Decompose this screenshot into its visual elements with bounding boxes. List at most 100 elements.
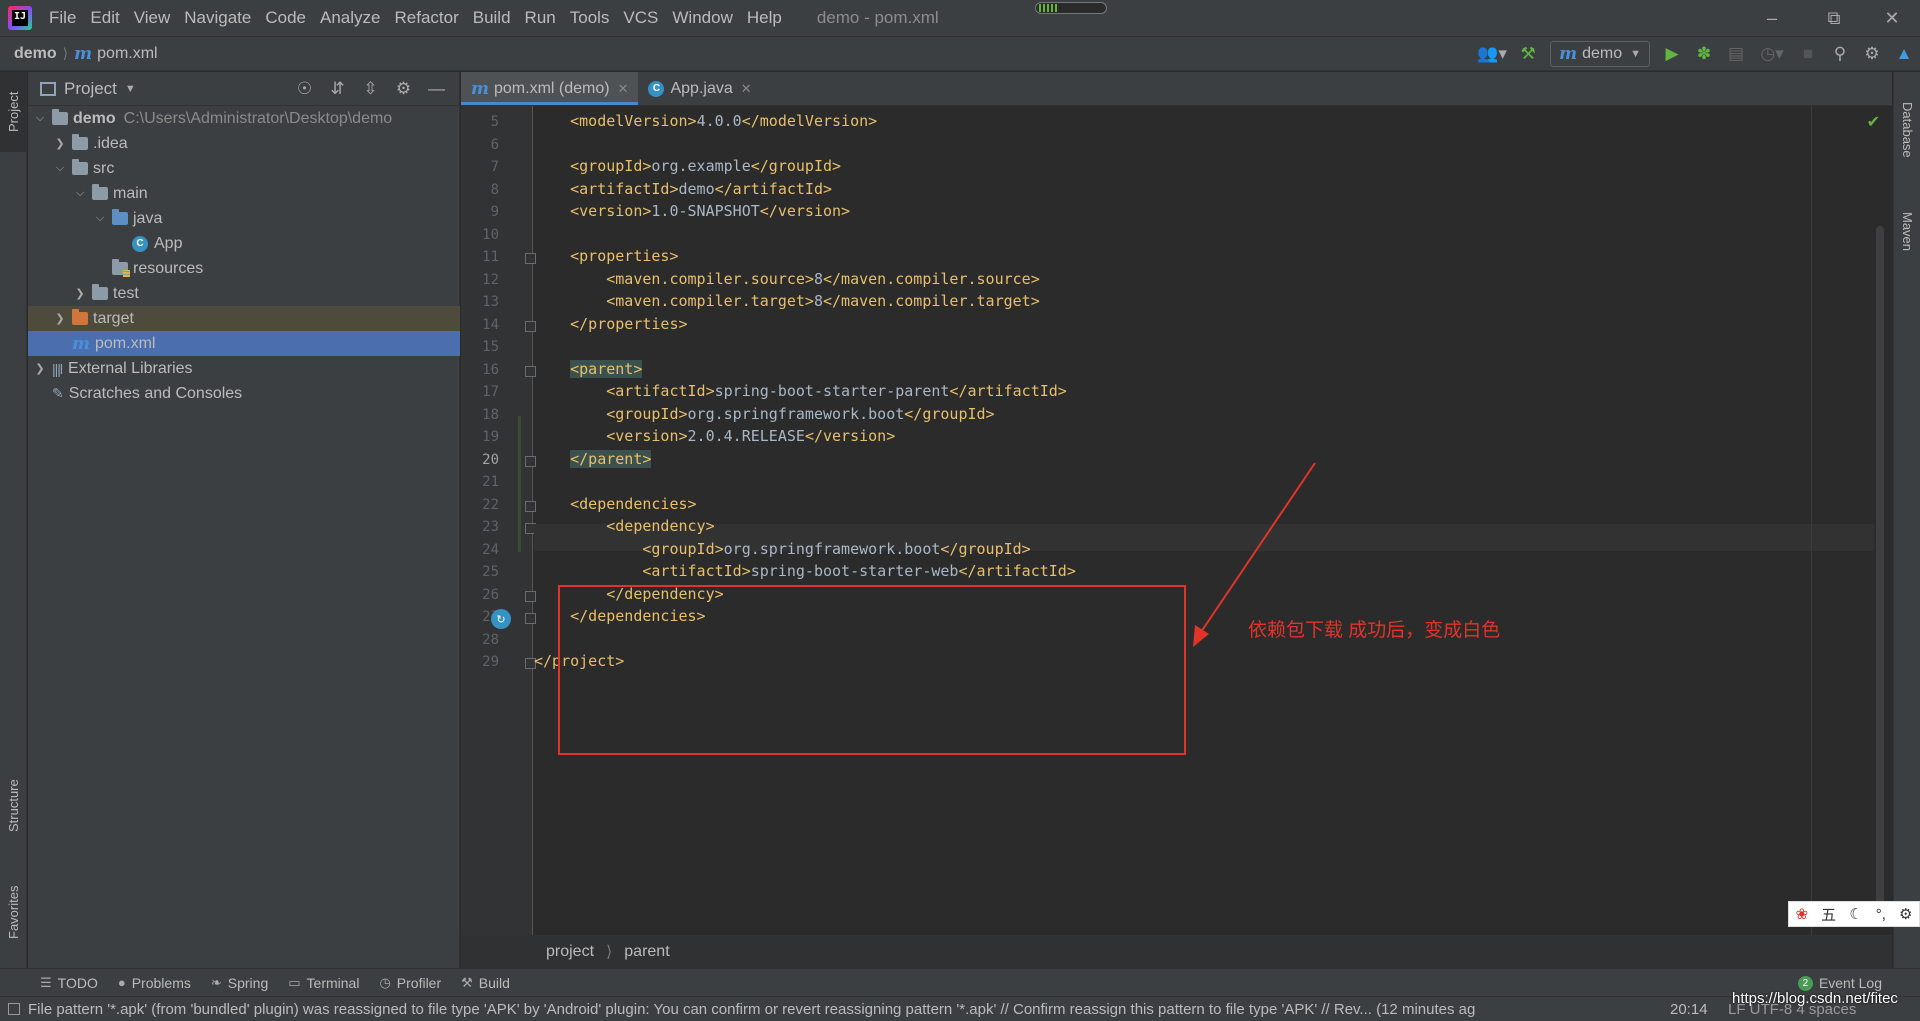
settings-gear-icon[interactable]: ⚙	[1899, 905, 1912, 923]
hide-panel-icon[interactable]: —	[420, 79, 453, 99]
breadcrumb-project[interactable]: demo	[14, 45, 57, 63]
problems-tool-button[interactable]: ● Problems	[118, 975, 191, 991]
menu-run[interactable]: Run	[518, 0, 563, 36]
spring-bean-icon[interactable]: ↻	[491, 609, 511, 629]
collapse-all-icon[interactable]: ⇳	[354, 79, 387, 99]
chevron-down-icon[interactable]: ⌵	[32, 112, 48, 125]
line-number[interactable]: 6	[461, 137, 499, 153]
breadcrumb-parent-tag[interactable]: parent	[624, 943, 669, 961]
run-icon[interactable]: ▶	[1656, 39, 1688, 69]
code-editor[interactable]: 5 6 7 8 9 10 11 12 13 14 15 16 17 18 19 20 21 22 23 24 25 26 2…	[461, 106, 1892, 935]
project-view-selector[interactable]: Project	[64, 79, 117, 99]
tree-node-main[interactable]: ⌵ main	[28, 181, 460, 206]
moon-icon[interactable]: ☾	[1849, 905, 1862, 923]
punctuation-icon[interactable]: °,	[1876, 906, 1886, 923]
project-tool-tab[interactable]: Project	[0, 72, 27, 152]
tree-node-pom[interactable]: m pom.xml	[28, 331, 460, 356]
profile-icon[interactable]: ◷▾	[1752, 39, 1792, 69]
tree-node-java[interactable]: ⌵ java	[28, 206, 460, 231]
line-number[interactable]: 28	[461, 632, 499, 648]
tree-node-idea[interactable]: ❯ .idea	[28, 131, 460, 156]
tree-node-app[interactable]: C App	[28, 231, 460, 256]
tree-node-external-libraries[interactable]: ❯ |||l External Libraries	[28, 356, 460, 381]
coverage-icon[interactable]: ▤	[1720, 39, 1752, 69]
line-number[interactable]: 20	[461, 452, 499, 468]
menu-file[interactable]: File	[42, 0, 83, 36]
add-user-icon[interactable]: 👥▾	[1472, 39, 1512, 69]
tab-pom-xml[interactable]: m pom.xml (demo) ✕	[461, 72, 639, 105]
maven-tool-tab[interactable]: Maven	[1894, 187, 1920, 277]
terminal-tool-button[interactable]: ▭ Terminal	[288, 975, 359, 991]
menu-edit[interactable]: Edit	[83, 0, 126, 36]
chevron-down-icon[interactable]: ⌵	[52, 162, 68, 175]
line-number[interactable]: 26	[461, 587, 499, 603]
line-number[interactable]: 7	[461, 159, 499, 175]
settings-gear-icon[interactable]: ⚙	[1856, 39, 1888, 69]
line-number[interactable]: 15	[461, 339, 499, 355]
line-number[interactable]: 8	[461, 182, 499, 198]
line-number[interactable]: 25	[461, 564, 499, 580]
breadcrumb-project-tag[interactable]: project	[546, 943, 594, 961]
tree-node-demo[interactable]: ⌵ demo C:\Users\Administrator\Desktop\de…	[28, 106, 460, 131]
chevron-right-icon[interactable]: ❯	[52, 137, 68, 150]
menu-window[interactable]: Window	[665, 0, 739, 36]
vertical-scrollbar[interactable]	[1876, 226, 1884, 906]
chevron-down-icon[interactable]: ⌵	[92, 212, 108, 225]
options-gear-icon[interactable]: ⚙	[387, 79, 420, 99]
run-config-selector[interactable]: m demo ▼	[1550, 41, 1650, 67]
tree-node-target[interactable]: ❯ target	[28, 306, 460, 331]
line-number[interactable]: 17	[461, 384, 499, 400]
tree-node-resources[interactable]: resources	[28, 256, 460, 281]
todo-tool-button[interactable]: ☰ TODO	[40, 975, 98, 991]
chevron-right-icon[interactable]: ❯	[52, 312, 68, 325]
line-number[interactable]: 19	[461, 429, 499, 445]
tool-windows-toggle-icon[interactable]	[8, 1002, 20, 1015]
close-tab-icon[interactable]: ✕	[618, 81, 629, 97]
chevron-right-icon[interactable]: ❯	[32, 362, 48, 375]
structure-tool-tab[interactable]: Structure	[0, 762, 27, 850]
minimize-button[interactable]: –	[1744, 0, 1800, 36]
line-number[interactable]: 9	[461, 204, 499, 220]
search-icon[interactable]: ⚲	[1824, 39, 1856, 69]
menu-view[interactable]: View	[127, 0, 178, 36]
tree-node-test[interactable]: ❯ test	[28, 281, 460, 306]
menu-refactor[interactable]: Refactor	[387, 0, 465, 36]
caret-position[interactable]: 20:14	[1670, 1001, 1708, 1018]
ime-mode-glyph[interactable]: 五	[1821, 904, 1836, 925]
menu-vcs[interactable]: VCS	[616, 0, 665, 36]
stop-icon[interactable]: ■	[1792, 39, 1824, 69]
toolbox-icon[interactable]: ▲	[1888, 39, 1920, 69]
line-number[interactable]: 14	[461, 317, 499, 333]
editor-gutter[interactable]: 5 6 7 8 9 10 11 12 13 14 15 16 17 18 19 20 21 22 23 24 25 26 2…	[461, 106, 536, 935]
tab-app-java[interactable]: C App.java ✕	[638, 72, 761, 105]
line-number[interactable]: 23	[461, 519, 499, 535]
inspection-ok-icon[interactable]: ✔	[1867, 112, 1880, 132]
menu-tools[interactable]: Tools	[563, 0, 617, 36]
line-number[interactable]: 18	[461, 407, 499, 423]
chevron-down-icon[interactable]: ⌵	[72, 187, 88, 200]
close-tab-icon[interactable]: ✕	[741, 81, 752, 97]
line-number[interactable]: 10	[461, 227, 499, 243]
tree-node-scratches[interactable]: ✎ Scratches and Consoles	[28, 381, 460, 406]
locate-file-icon[interactable]: ☉	[288, 79, 321, 99]
breadcrumb-file[interactable]: pom.xml	[97, 45, 157, 63]
line-number[interactable]: 21	[461, 474, 499, 490]
menu-build[interactable]: Build	[466, 0, 518, 36]
tree-node-src[interactable]: ⌵ src	[28, 156, 460, 181]
menu-navigate[interactable]: Navigate	[177, 0, 258, 36]
line-number[interactable]: 22	[461, 497, 499, 513]
spring-tool-button[interactable]: ❧ Spring	[211, 975, 268, 991]
favorites-tool-tab[interactable]: Favorites	[0, 867, 27, 957]
line-number[interactable]: 29	[461, 654, 499, 670]
status-message[interactable]: File pattern '*.apk' (from 'bundled' plu…	[8, 1001, 1628, 1018]
build-hammer-icon[interactable]: ⚒	[1512, 39, 1544, 69]
line-number[interactable]: 16	[461, 362, 499, 378]
line-number[interactable]: 13	[461, 294, 499, 310]
line-number[interactable]: 5	[461, 114, 499, 130]
line-number[interactable]: 24	[461, 542, 499, 558]
menu-code[interactable]: Code	[258, 0, 313, 36]
chevron-down-icon[interactable]: ▼	[125, 83, 136, 95]
close-window-button[interactable]: ✕	[1864, 0, 1920, 36]
build-tool-button[interactable]: ⚒ Build	[461, 975, 510, 991]
paw-icon[interactable]: ❀	[1796, 905, 1809, 923]
